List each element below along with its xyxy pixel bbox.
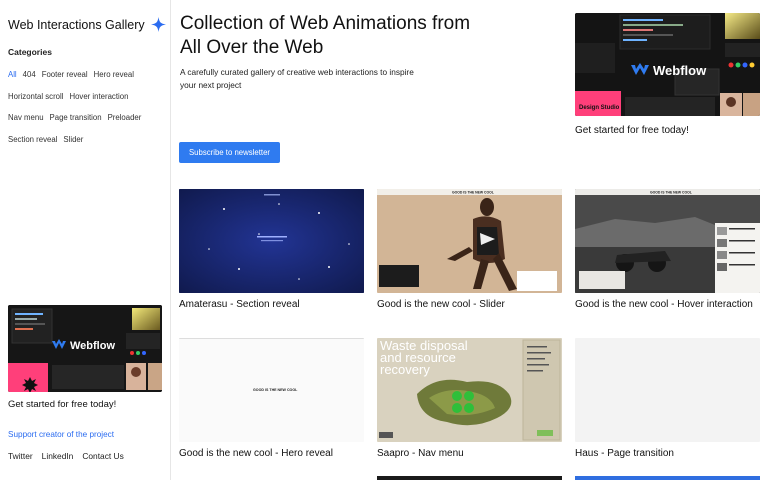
gallery-card[interactable]: GOOD IS THE NEW COOL Good is the new coo… — [575, 189, 760, 310]
linkedin-link[interactable]: LinkedIn — [42, 451, 74, 461]
site-title[interactable]: Web Interactions Gallery — [8, 18, 145, 32]
categories-heading: Categories — [8, 47, 52, 57]
nav-menu-preview: Waste disposal and resource recovery — [377, 338, 562, 442]
hover-interaction-preview: GOOD IS THE NEW COOL — [575, 189, 760, 293]
gallery-card-partial[interactable] — [377, 476, 562, 480]
thumb-header: GOOD IS THE NEW COOL — [452, 191, 494, 195]
sidebar-ad-caption[interactable]: Get started for free today! — [8, 399, 116, 410]
category-horizontal-scroll[interactable]: Horizontal scroll — [8, 92, 63, 101]
gallery-card[interactable]: Waste disposal and resource recovery Saa… — [377, 338, 562, 459]
card-title[interactable]: Good is the new cool - Hover interaction — [575, 299, 760, 310]
hero-reveal-preview: GOOD IS THE NEW COOL — [179, 339, 364, 442]
card-thumbnail[interactable] — [179, 189, 364, 293]
category-footer-reveal[interactable]: Footer reveal — [42, 70, 88, 79]
sidebar: Web Interactions Gallery Categories All … — [0, 0, 171, 480]
gallery-card[interactable]: GOOD IS THE NEW COOL Good is the new coo… — [179, 338, 364, 459]
card-thumbnail[interactable]: GOOD IS THE NEW COOL — [179, 338, 364, 442]
webflow-ad-artwork: Webflow — [8, 305, 162, 392]
category-404[interactable]: 404 — [23, 70, 36, 79]
footer-links: Twitter LinkedIn Contact Us — [8, 451, 124, 461]
contact-us-link[interactable]: Contact Us — [82, 451, 123, 461]
card-thumbnail[interactable]: GOOD IS THE NEW COOL — [377, 189, 562, 293]
subscribe-button[interactable]: Subscribe to newsletter — [179, 142, 280, 163]
twitter-link[interactable]: Twitter — [8, 451, 33, 461]
category-nav-menu[interactable]: Nav menu — [8, 113, 44, 122]
thumb-header: GOOD IS THE NEW COOL — [650, 191, 692, 195]
card-thumbnail[interactable]: Waste disposal and resource recovery — [377, 338, 562, 442]
card-thumbnail[interactable] — [575, 338, 760, 442]
amaterasu-preview — [179, 189, 364, 293]
ad-brand-text: Webflow — [70, 340, 115, 352]
gallery-card[interactable]: Haus - Page transition — [575, 338, 760, 459]
support-creator-link[interactable]: Support creator of the project — [8, 430, 114, 439]
card-title[interactable]: Saapro - Nav menu — [377, 448, 562, 459]
category-list: All 404 Footer reveal Hero reveal Horizo… — [8, 64, 158, 150]
page-title: Collection of Web Animations from All Ov… — [180, 12, 480, 60]
category-preloader[interactable]: Preloader — [108, 113, 142, 122]
gallery-card[interactable]: Amaterasu - Section reveal — [179, 189, 364, 310]
category-all[interactable]: All — [8, 70, 17, 79]
category-section-reveal[interactable]: Section reveal — [8, 135, 57, 144]
category-hero-reveal[interactable]: Hero reveal — [94, 70, 134, 79]
card-thumbnail[interactable]: GOOD IS THE NEW COOL — [575, 189, 760, 293]
top-ad-image[interactable]: Webflow Design Studio — [575, 13, 760, 116]
sparkle-icon — [151, 17, 166, 32]
slider-preview: GOOD IS THE NEW COOL — [377, 189, 562, 293]
top-ad-caption[interactable]: Get started for free today! — [575, 125, 689, 136]
gallery-card[interactable]: GOOD IS THE NEW COOL Good is the new coo… — [377, 189, 562, 310]
card-title[interactable]: Good is the new cool - Hero reveal — [179, 448, 364, 459]
sidebar-ad-image[interactable]: Webflow — [8, 305, 162, 392]
category-page-transition[interactable]: Page transition — [50, 113, 102, 122]
gallery-card-partial[interactable] — [575, 476, 760, 480]
page-subtitle: A carefully curated gallery of creative … — [180, 66, 420, 92]
ad-brand-text: Webflow — [653, 63, 707, 78]
category-slider[interactable]: Slider — [63, 135, 83, 144]
card-title[interactable]: Good is the new cool - Slider — [377, 299, 562, 310]
thumb-header: GOOD IS THE NEW COOL — [253, 388, 298, 392]
thumb-headline: Waste disposal and resource recovery — [380, 340, 490, 376]
webflow-ad-artwork: Webflow Design Studio — [575, 13, 760, 116]
brand[interactable]: Web Interactions Gallery — [8, 17, 166, 32]
category-hover-interaction[interactable]: Hover interaction — [69, 92, 128, 101]
card-title[interactable]: Haus - Page transition — [575, 448, 760, 459]
card-title[interactable]: Amaterasu - Section reveal — [179, 299, 364, 310]
ad-tag-text: Design Studio — [579, 105, 620, 111]
